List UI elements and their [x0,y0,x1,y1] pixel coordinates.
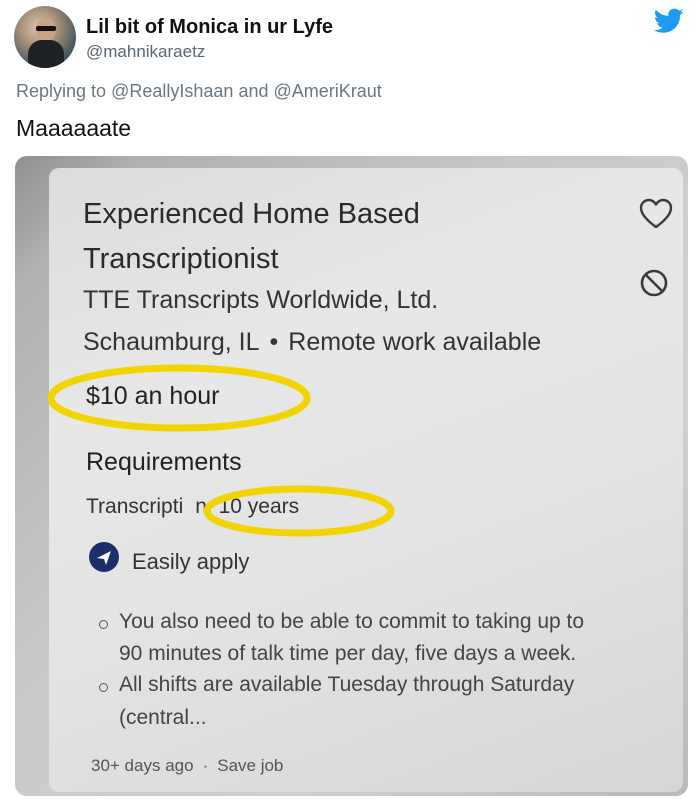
job-title-line2[interactable]: Transcriptionist [83,243,279,276]
replying-to: Replying to @ReallyIshaan and @AmeriKrau… [16,81,382,102]
twitter-bird-icon [654,8,684,33]
pay-rate: $10 an hour [86,382,220,410]
heart-icon[interactable] [639,198,673,230]
avatar[interactable] [14,6,76,68]
replying-prefix: Replying to [16,81,107,101]
remote-label: Remote work available [288,328,542,356]
tweet-header: Lil bit of Monica in ur Lyfe @mahnikarae… [14,6,684,68]
posted-date: 30+ days ago [91,756,194,775]
mention-link-2[interactable]: @AmeriKraut [274,81,382,101]
requirement-item: Transcripti n: 10 years [86,495,299,519]
bullet-2-line2: (central... [119,706,207,729]
location-separator: • [269,328,279,356]
tweet-text: Maaaaaate [16,115,132,141]
requirement-suffix: n: 10 years [195,495,300,518]
replying-and: and [238,81,269,101]
tweet-photo[interactable]: Experienced Home Based Transcriptionist … [15,156,688,796]
display-name[interactable]: Lil bit of Monica in ur Lyfe [86,16,333,39]
block-icon[interactable] [639,268,669,298]
paper-plane-icon [89,542,119,572]
company-name[interactable]: TTE Transcripts Worldwide, Ltd. [83,286,438,315]
bullet-marker [99,683,108,692]
job-card: Experienced Home Based Transcriptionist … [47,168,683,792]
bullet-2-line1: All shifts are available Tuesday through… [119,673,575,696]
requirement-prefix: Transcripti [86,495,184,518]
job-title-line1[interactable]: Experienced Home Based [83,198,420,231]
requirements-heading: Requirements [86,448,242,476]
save-job-link[interactable]: Save job [217,756,283,775]
bullet-1-line1: You also need to be able to commit to ta… [119,610,585,633]
user-handle[interactable]: @mahnikaraetz [86,42,205,62]
footer-separator: · [202,756,209,775]
bullet-marker [99,620,108,629]
job-footer: 30+ days ago · Save job [91,756,283,776]
location-city: Schaumburg, IL [83,328,260,356]
mention-link-1[interactable]: @ReallyIshaan [111,81,233,101]
bullet-1-line2: 90 minutes of talk time per day, five da… [119,642,577,665]
job-location: Schaumburg, IL • Remote work available [83,328,541,357]
easily-apply-label: Easily apply [132,549,250,574]
